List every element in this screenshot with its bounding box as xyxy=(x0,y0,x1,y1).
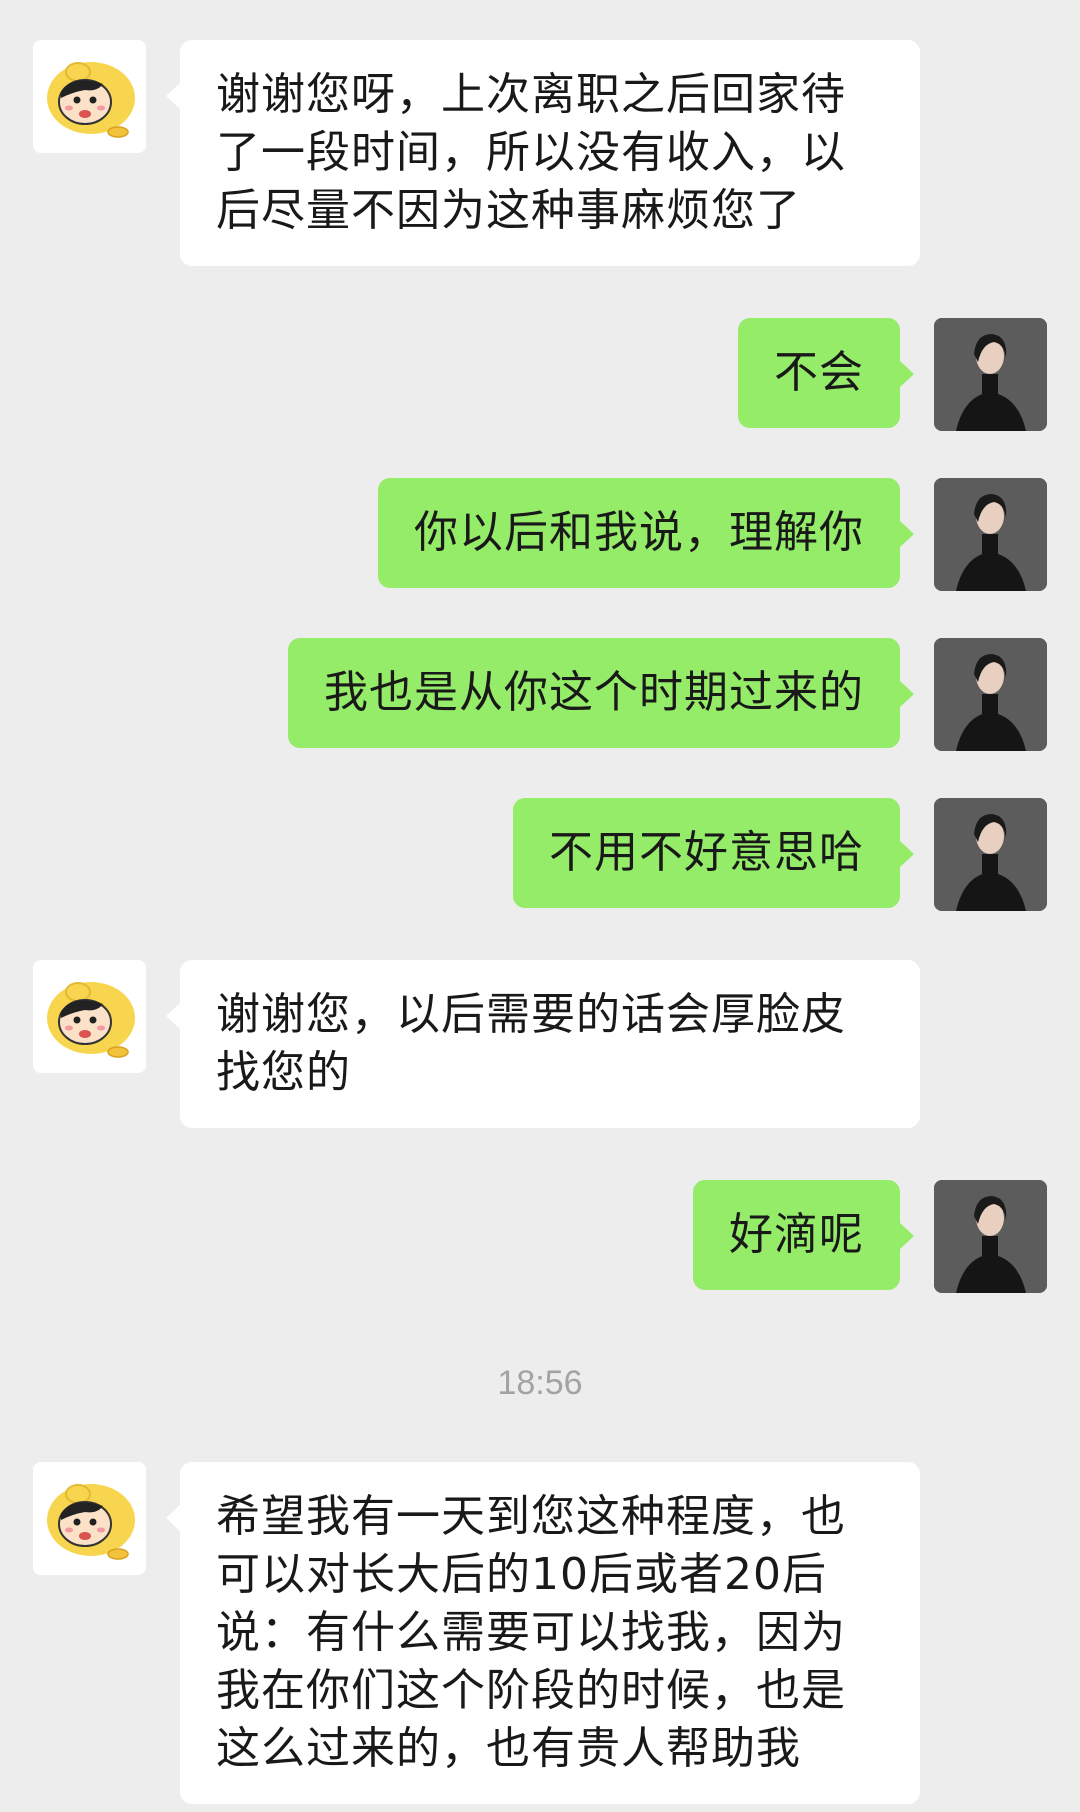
user-avatar[interactable] xyxy=(934,638,1047,751)
cartoon-boy-avatar-icon xyxy=(33,40,146,153)
user-avatar[interactable] xyxy=(934,798,1047,911)
incoming-message-bubble[interactable]: 谢谢您，以后需要的话会厚脸皮找您的 xyxy=(166,960,920,1128)
woman-photo-avatar-icon xyxy=(934,318,1047,431)
incoming-message-bubble[interactable]: 希望我有一天到您这种程度，也可以对长大后的10后或者20后说：有什么需要可以找我… xyxy=(166,1462,920,1804)
user-avatar[interactable] xyxy=(934,1180,1047,1293)
contact-avatar[interactable] xyxy=(33,40,146,153)
contact-avatar[interactable] xyxy=(33,1462,146,1575)
cartoon-boy-avatar-icon xyxy=(33,1462,146,1575)
outgoing-message-bubble[interactable]: 我也是从你这个时期过来的 xyxy=(288,638,914,748)
outgoing-message-bubble[interactable]: 不会 xyxy=(738,318,914,428)
woman-photo-avatar-icon xyxy=(934,638,1047,751)
outgoing-message-bubble[interactable]: 好滴呢 xyxy=(693,1180,914,1290)
user-avatar[interactable] xyxy=(934,318,1047,431)
cartoon-boy-avatar-icon xyxy=(33,960,146,1073)
incoming-message-bubble[interactable]: 谢谢您呀，上次离职之后回家待了一段时间，所以没有收入，以后尽量不因为这种事麻烦您… xyxy=(166,40,920,266)
contact-avatar[interactable] xyxy=(33,960,146,1073)
chat-area: 谢谢您呀，上次离职之后回家待了一段时间，所以没有收入，以后尽量不因为这种事麻烦您… xyxy=(0,0,1080,1812)
user-avatar[interactable] xyxy=(934,478,1047,591)
outgoing-message-bubble[interactable]: 不用不好意思哈 xyxy=(513,798,914,908)
outgoing-message-bubble[interactable]: 你以后和我说，理解你 xyxy=(378,478,914,588)
message-timestamp: 18:56 xyxy=(497,1364,583,1402)
woman-photo-avatar-icon xyxy=(934,1180,1047,1293)
woman-photo-avatar-icon xyxy=(934,478,1047,591)
woman-photo-avatar-icon xyxy=(934,798,1047,911)
